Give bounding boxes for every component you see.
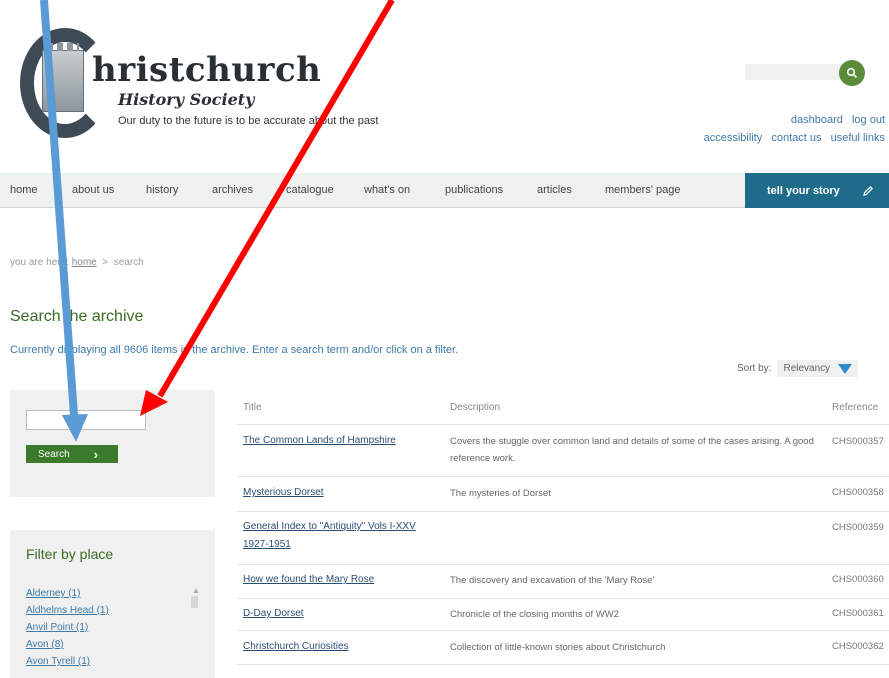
dropdown-arrow-icon <box>838 363 853 374</box>
utility-links: accessibility contact us useful links <box>698 132 885 144</box>
nav-whats-on[interactable]: what's on <box>364 184 410 196</box>
result-reference: CHS000357 <box>832 436 884 447</box>
result-reference: CHS000361 <box>832 608 884 619</box>
nav-home[interactable]: home <box>10 184 38 196</box>
row-divider <box>237 476 889 477</box>
dashboard-link[interactable]: dashboard <box>791 114 843 126</box>
column-header-title: Title <box>243 402 262 413</box>
search-icon <box>846 67 858 79</box>
nav-members-page[interactable]: members' page <box>605 184 680 196</box>
row-divider <box>237 598 889 599</box>
breadcrumb: you are here: home > search <box>10 257 144 268</box>
column-header-description: Description <box>450 402 501 413</box>
breadcrumb-prefix: you are here: <box>10 257 69 268</box>
filter-item[interactable]: Avon (8) <box>26 639 109 656</box>
header-search <box>745 60 865 86</box>
nav-history[interactable]: history <box>146 184 178 196</box>
results-summary: Currently displaying all 9606 items in t… <box>10 344 459 356</box>
result-title-link[interactable]: Christchurch Curiosities <box>243 638 423 656</box>
logo-motto: Our duty to the future is to be accurate… <box>118 115 379 127</box>
scroll-up-icon[interactable]: ▲ <box>192 586 200 595</box>
result-description: Covers the stuggle over common land and … <box>450 436 814 464</box>
header-search-button[interactable] <box>839 60 865 86</box>
result-reference: CHS000358 <box>832 487 884 498</box>
search-button-label: Search <box>38 448 70 460</box>
archive-search-input[interactable] <box>26 410 146 430</box>
row-divider <box>237 564 889 565</box>
search-panel: Search › <box>10 390 215 497</box>
result-description: Chronicle of the closing months of WW2 <box>450 609 619 620</box>
row-divider <box>237 664 889 665</box>
account-links: dashboard log out <box>785 114 885 126</box>
logout-link[interactable]: log out <box>852 114 885 126</box>
logo-subtitle: History Society <box>118 90 255 109</box>
sort-label: Sort by: <box>737 363 772 374</box>
result-reference: CHS000362 <box>832 641 884 652</box>
pencil-icon <box>862 185 873 196</box>
result-description: The discovery and excavation of the 'Mar… <box>450 575 655 586</box>
sort-select[interactable]: Relevancy <box>777 360 859 377</box>
contact-us-link[interactable]: contact us <box>771 132 821 144</box>
column-header-reference: Reference <box>832 402 879 413</box>
result-title-link[interactable]: D-Day Dorset <box>243 605 423 623</box>
sort-control: Sort by: Relevancy <box>737 360 859 377</box>
nav-publications[interactable]: publications <box>445 184 503 196</box>
filter-item[interactable]: Avon Tyrell (1) <box>26 656 109 673</box>
result-title-link[interactable]: The Common Lands of Hampshire <box>243 432 423 450</box>
filter-list: Alderney (1) Aldhelms Head (1) Anvil Poi… <box>26 588 109 673</box>
page-title: Search the archive <box>10 308 144 325</box>
result-title-link[interactable]: How we found the Mary Rose <box>243 571 423 589</box>
result-title-link[interactable]: General Index to "Antiquity" Vols I-XXV … <box>243 518 423 554</box>
result-description: Collection of little-known stories about… <box>450 642 666 653</box>
result-reference: CHS000360 <box>832 574 884 585</box>
filter-title: Filter by place <box>26 546 114 562</box>
useful-links-link[interactable]: useful links <box>831 132 885 144</box>
result-title-link[interactable]: Mysterious Dorset <box>243 484 423 502</box>
filter-scrollbar[interactable] <box>191 596 198 608</box>
sort-value: Relevancy <box>783 363 831 374</box>
row-divider <box>237 424 889 425</box>
filter-item[interactable]: Aldhelms Head (1) <box>26 605 109 622</box>
filter-item[interactable]: Alderney (1) <box>26 588 109 605</box>
chevron-right-icon: › <box>93 446 99 462</box>
logo-title: hristchurch <box>92 50 322 90</box>
row-divider <box>237 630 889 631</box>
search-button[interactable]: Search › <box>26 445 118 463</box>
nav-articles[interactable]: articles <box>537 184 572 196</box>
filter-item[interactable]: Anvil Point (1) <box>26 622 109 639</box>
tell-your-story-button[interactable]: tell your story <box>745 173 889 208</box>
castle-icon <box>42 43 84 112</box>
filter-by-place-panel: Filter by place Alderney (1) Aldhelms He… <box>10 530 215 678</box>
nav-catalogue[interactable]: catalogue <box>286 184 334 196</box>
nav-archives[interactable]: archives <box>212 184 253 196</box>
breadcrumb-current: search <box>113 257 144 268</box>
nav-about-us[interactable]: about us <box>72 184 114 196</box>
breadcrumb-separator: > <box>102 257 109 268</box>
result-reference: CHS000359 <box>832 522 884 533</box>
accessibility-link[interactable]: accessibility <box>704 132 763 144</box>
breadcrumb-home-link[interactable]: home <box>72 257 97 268</box>
tell-your-story-label: tell your story <box>767 184 840 197</box>
site-logo[interactable]: hristchurch History Society Our duty to … <box>20 20 400 160</box>
result-description: The mysteries of Dorset <box>450 488 551 499</box>
row-divider <box>237 511 889 512</box>
